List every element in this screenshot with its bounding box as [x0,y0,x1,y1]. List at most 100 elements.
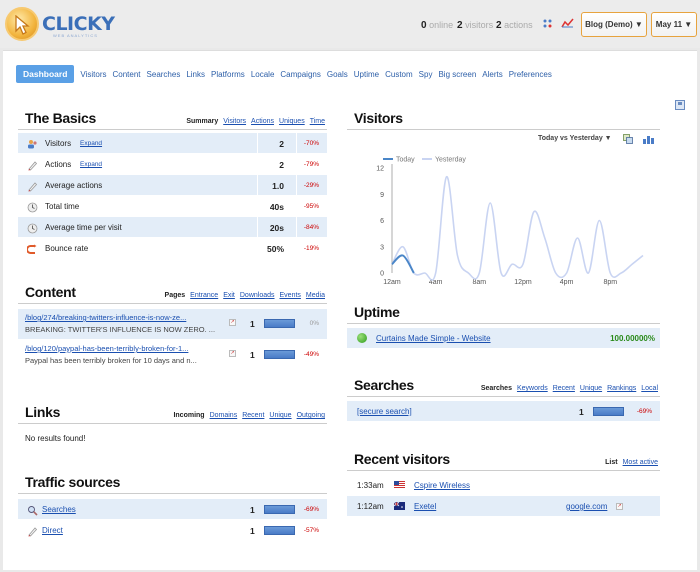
links-empty-message: No results found! [25,434,86,443]
nav-tab-links[interactable]: Links [186,70,205,79]
content-tab-media[interactable]: Media [306,292,325,299]
searches-tab-rankings[interactable]: Rankings [607,385,636,392]
nav-tab-alerts[interactable]: Alerts [482,70,502,79]
compare-selector[interactable]: Today vs Yesterday ▼ [538,135,612,142]
save-layout-icon[interactable] [675,100,685,110]
basics-row-actions[interactable]: Actions Expand 2 -79% [18,154,327,175]
searches-panel: Searches Searches Keywords Recent Unique… [347,373,660,425]
traffic-row-searches[interactable]: Searches 1 -69% [18,499,327,520]
online-stat[interactable]: 0 online [421,20,453,31]
basics-tab-visitors[interactable]: Visitors [223,118,246,125]
basics-value: 1.0 [272,181,284,191]
actions-stat[interactable]: 2 actions [496,20,533,31]
spy-icon[interactable] [542,18,553,32]
links-tab-domains[interactable]: Domains [210,412,238,419]
recent-tab-list[interactable]: List [605,459,617,466]
basics-row-visitors[interactable]: Visitors Expand 2 -70% [18,133,327,154]
nav-tab-preferences[interactable]: Preferences [509,70,552,79]
external-link-icon[interactable]: ↗ [616,503,623,510]
referrer-link[interactable]: google.com [566,502,607,511]
traffic-searches-link[interactable]: Searches [42,505,76,514]
searches-tab-local[interactable]: Local [641,385,658,392]
content-row[interactable]: /blog/120/paypal-has-been-terribly-broke… [18,340,327,370]
basics-tab-summary[interactable]: Summary [186,118,218,125]
content-tab-exit[interactable]: Exit [223,292,235,299]
content-tab-pages[interactable]: Pages [165,292,186,299]
content-tab-events[interactable]: Events [280,292,301,299]
nav-tab-locale[interactable]: Locale [251,70,275,79]
site-selector[interactable]: Blog (Demo) ▼ [581,12,647,37]
nav-tab-platforms[interactable]: Platforms [211,70,245,79]
basics-row-bounce-rate[interactable]: Bounce rate 50% -19% [18,238,327,259]
content-change: 0% [309,320,319,327]
date-selector[interactable]: May 11 ▼ [651,12,697,37]
uptime-row[interactable]: Curtains Made Simple - Website 100.00000… [347,328,660,349]
links-tab-recent[interactable]: Recent [242,412,264,419]
basics-tab-uniques[interactable]: Uniques [279,118,305,125]
realtime-graph-icon[interactable] [561,18,574,32]
nav-tab-searches[interactable]: Searches [147,70,181,79]
nav-tab-uptime[interactable]: Uptime [354,70,379,79]
basics-label: Actions [45,160,72,169]
visitor-org-link[interactable]: Cspire Wireless [414,481,470,490]
visitors-chart-title: Visitors [354,110,403,126]
traffic-panel: Traffic sources Searches 1 -69% Direct 1… [18,472,327,542]
nav-tab-campaigns[interactable]: Campaigns [280,70,320,79]
expand-actions-link[interactable]: Expand [80,161,102,168]
content-tab-downloads[interactable]: Downloads [240,292,275,299]
searches-tab-unique[interactable]: Unique [580,385,602,392]
links-tab-outgoing[interactable]: Outgoing [297,412,325,419]
searches-title: Searches [354,377,414,393]
links-tab-incoming[interactable]: Incoming [173,412,204,419]
nav-tab-dashboard[interactable]: Dashboard [16,65,75,83]
content-url-link[interactable]: /blog/274/breaking-twitters-influence-is… [25,313,186,322]
searches-row[interactable]: [secure search] 1 -69% [347,401,660,422]
search-bar [593,407,624,416]
traffic-row-direct[interactable]: Direct 1 -57% [18,520,327,541]
content-url-link[interactable]: /blog/120/paypal-has-been-terribly-broke… [25,344,188,353]
nav-tab-content[interactable]: Content [113,70,141,79]
recent-visitors-panel: Recent visitors List Most active 1:33am … [347,447,660,523]
external-link-icon[interactable]: ↗ [229,319,236,326]
uptime-header: Uptime [347,300,660,324]
basics-panel: The Basics Summary Visitors Actions Uniq… [18,104,327,260]
visitors-chart-header: Visitors [347,104,660,130]
legend-label-yesterday: Yesterday [435,157,466,164]
expand-visitors-link[interactable]: Expand [80,140,102,147]
traffic-direct-link[interactable]: Direct [42,526,63,535]
y-tick-label: 9 [380,192,384,199]
search-term-link[interactable]: [secure search] [357,407,412,416]
external-link-icon[interactable]: ↗ [229,350,236,357]
nav-tab-custom[interactable]: Custom [385,70,413,79]
basics-tab-actions[interactable]: Actions [251,118,274,125]
basics-row-avg-time[interactable]: Average time per visit 20s -84% [18,217,327,238]
chart-type-icon[interactable] [643,134,654,144]
nav-tab-visitors[interactable]: Visitors [80,70,106,79]
searches-tab-recent[interactable]: Recent [553,385,575,392]
recent-tab-most-active[interactable]: Most active [623,459,658,466]
searches-tab-searches[interactable]: Searches [481,385,512,392]
export-icon[interactable] [623,134,633,144]
recent-visitor-row[interactable]: 1:12am Exetel google.com ↗ [347,496,660,517]
basics-value: 2 [279,160,284,170]
visitors-stat[interactable]: 2 visitors [457,20,493,31]
search-change: -69% [636,408,652,415]
visitor-org-link[interactable]: Exetel [414,502,436,511]
uptime-site-link[interactable]: Curtains Made Simple - Website [376,334,491,343]
basics-row-average-actions[interactable]: Average actions 1.0 -29% [18,175,327,196]
nav-tab-goals[interactable]: Goals [327,70,348,79]
basics-tab-time[interactable]: Time [310,118,325,125]
recent-visitor-row[interactable]: 1:33am Cspire Wireless [347,475,660,496]
links-tab-unique[interactable]: Unique [269,412,291,419]
searches-tab-keywords[interactable]: Keywords [517,385,548,392]
clicky-logo-icon[interactable] [5,7,39,41]
visit-time: 1:33am [357,481,384,490]
search-icon [27,505,38,516]
content-tab-entrance[interactable]: Entrance [190,292,218,299]
nav-tab-spy[interactable]: Spy [419,70,433,79]
basics-change: -29% [303,182,319,189]
basics-row-total-time[interactable]: Total time 40s -95% [18,196,327,217]
basics-change: -79% [303,161,319,168]
nav-tab-big-screen[interactable]: Big screen [438,70,476,79]
content-row[interactable]: /blog/274/breaking-twitters-influence-is… [18,309,327,339]
